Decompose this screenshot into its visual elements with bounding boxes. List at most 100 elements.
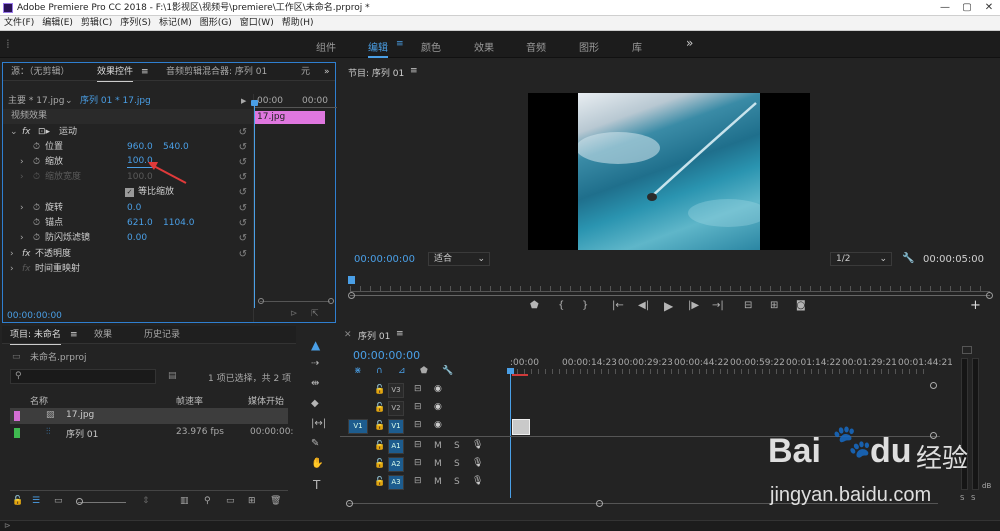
marker-icon[interactable]: ⬟	[420, 366, 428, 376]
close-tab-icon[interactable]: ✕	[344, 330, 352, 340]
find-icon[interactable]: ⚲	[204, 496, 211, 506]
zoom-slider[interactable]	[78, 502, 126, 503]
reset-icon[interactable]: ↺	[239, 201, 247, 216]
anchor-y-value[interactable]: 1104.0	[163, 216, 195, 231]
magnet-icon[interactable]: ∩	[376, 366, 383, 376]
panel-overflow-icon[interactable]: »	[324, 63, 330, 81]
solo-button[interactable]: S	[454, 459, 460, 469]
reset-icon[interactable]: ↺	[239, 170, 247, 185]
go-to-out-icon[interactable]: →|	[712, 300, 724, 311]
tab-source[interactable]: 源：（无剪辑）	[11, 63, 70, 81]
play-icon[interactable]: ▶	[664, 299, 673, 313]
meter-solo-right[interactable]: S	[971, 494, 975, 502]
mini-playhead-handle[interactable]	[251, 100, 258, 106]
lock-icon[interactable]: 🔓	[374, 421, 385, 431]
lock-icon[interactable]: 🔓	[12, 496, 23, 506]
menu-graphics[interactable]: 图形(G)	[196, 16, 236, 31]
vscroll-handle[interactable]	[930, 382, 937, 389]
filter-icon[interactable]: ⊳	[290, 309, 298, 319]
reset-icon[interactable]: ↺	[239, 247, 247, 262]
expand-icon[interactable]: ⌄	[10, 125, 18, 140]
tab-project[interactable]: 项目: 未命名	[10, 326, 61, 345]
type-tool-icon[interactable]: T	[313, 478, 320, 492]
fit-dropdown[interactable]: 适合 ⌄	[428, 252, 490, 266]
source-patch-v1[interactable]: V1	[348, 419, 368, 434]
close-button[interactable]: ✕	[978, 0, 1000, 16]
trash-icon[interactable]: 🗑	[270, 496, 281, 506]
more-workspaces-icon[interactable]: »	[686, 36, 693, 50]
track-a3-label[interactable]: A3	[388, 475, 404, 490]
program-ruler[interactable]	[350, 286, 990, 292]
flicker-value[interactable]: 0.00	[127, 231, 147, 246]
lock-icon[interactable]: 🔓	[374, 477, 385, 487]
menu-file[interactable]: 文件(F)	[0, 16, 38, 31]
transform-icon[interactable]: ⊡▸	[38, 125, 50, 140]
workspace-tab-graphics[interactable]: 图形	[579, 39, 599, 54]
snap-icon[interactable]: ⋇	[354, 366, 362, 376]
chevron-right-icon[interactable]: ›	[20, 155, 24, 170]
track-v3-label[interactable]: V3	[388, 383, 404, 398]
menu-window[interactable]: 窗口(W)	[236, 16, 278, 31]
resolution-dropdown[interactable]: 1/2 ⌄	[830, 252, 892, 266]
workspace-tab-libraries[interactable]: 库	[632, 39, 642, 54]
tab-menu-icon[interactable]: ≡	[141, 63, 149, 81]
workspace-tab-assembly[interactable]: 组件	[316, 39, 336, 54]
position-y-value[interactable]: 540.0	[163, 140, 189, 155]
new-bin-icon[interactable]: ▤	[168, 371, 177, 381]
zoom-handle-left[interactable]	[348, 292, 355, 299]
reset-icon[interactable]: ↺	[239, 231, 247, 246]
sort-icon[interactable]: ⇕	[142, 496, 150, 506]
linked-selection-icon[interactable]: ⊿	[398, 366, 406, 376]
list-item[interactable]: ⫶⫶ 序列 01 23.976 fps 00:00:00:	[10, 425, 293, 441]
sync-lock-icon[interactable]: ⊟	[414, 384, 422, 394]
motion-row[interactable]: ⌄ fx ⊡▸ 运动 ↺	[3, 125, 253, 140]
uniform-scale-checkbox[interactable]: ✓	[125, 188, 134, 197]
program-title[interactable]: 节目: 序列 01	[348, 66, 404, 79]
lock-icon[interactable]: 🔓	[374, 403, 385, 413]
menu-edit[interactable]: 编辑(E)	[38, 16, 77, 31]
solo-button[interactable]: S	[454, 441, 460, 451]
sync-lock-icon[interactable]: ⊟	[414, 440, 422, 450]
tab-effect-controls[interactable]: 效果控件	[97, 63, 134, 82]
rotation-value[interactable]: 0.0	[127, 201, 141, 216]
maximize-button[interactable]: ▢	[956, 0, 978, 16]
project-search-input[interactable]: ⚲	[10, 369, 156, 384]
eye-icon[interactable]: ◉	[434, 384, 442, 394]
tab-effects[interactable]: 效果	[94, 326, 112, 344]
stopwatch-icon[interactable]: ⏱	[33, 155, 40, 170]
wrench-icon[interactable]: 🔧	[902, 253, 914, 264]
workspace-tab-audio[interactable]: 音频	[526, 39, 546, 54]
go-to-in-icon[interactable]: |←	[612, 300, 624, 311]
timeline-timecode[interactable]: 00:00:00:00	[353, 349, 420, 362]
mark-in-icon[interactable]: {	[558, 300, 564, 311]
track-v2-label[interactable]: V2	[388, 401, 404, 416]
icon-view-icon[interactable]: ▭	[54, 496, 63, 506]
reset-icon[interactable]: ↺	[239, 140, 247, 155]
workspace-tab-effects[interactable]: 效果	[474, 39, 494, 54]
program-timecode[interactable]: 00:00:00:00	[354, 254, 415, 265]
mini-scrollbar[interactable]	[260, 301, 330, 302]
stopwatch-icon[interactable]: ⏱	[33, 216, 40, 231]
mark-out-icon[interactable]: }	[582, 300, 588, 311]
time-remap-row[interactable]: › fx 时间重映射	[3, 262, 253, 277]
meter-menu-icon[interactable]	[962, 346, 972, 354]
project-hscroll[interactable]	[10, 490, 288, 491]
chevron-right-icon[interactable]: ›	[20, 170, 24, 185]
microphone-icon[interactable]: 🎙	[472, 476, 483, 486]
solo-button[interactable]: S	[454, 477, 460, 487]
reset-icon[interactable]: ↺	[239, 155, 247, 170]
reset-icon[interactable]: ↺	[239, 216, 247, 231]
step-forward-icon[interactable]: |▶	[688, 300, 699, 311]
list-item[interactable]: ▨ 17.jpg	[10, 408, 288, 424]
sync-lock-icon[interactable]: ⊟	[414, 420, 422, 430]
minimize-button[interactable]: —	[934, 0, 956, 16]
zoom-handle-right[interactable]	[986, 292, 993, 299]
fx-icon[interactable]: fx	[22, 125, 31, 140]
sync-lock-icon[interactable]: ⊟	[414, 476, 422, 486]
pen-tool-icon[interactable]: ✎	[311, 438, 319, 449]
new-item-icon[interactable]: ⊞	[248, 496, 256, 506]
scroll-handle-left[interactable]	[258, 298, 264, 304]
position-x-value[interactable]: 960.0	[127, 140, 153, 155]
stopwatch-icon[interactable]: ⏱	[33, 231, 40, 246]
settings-wrench-icon[interactable]: 🔧	[442, 366, 453, 376]
